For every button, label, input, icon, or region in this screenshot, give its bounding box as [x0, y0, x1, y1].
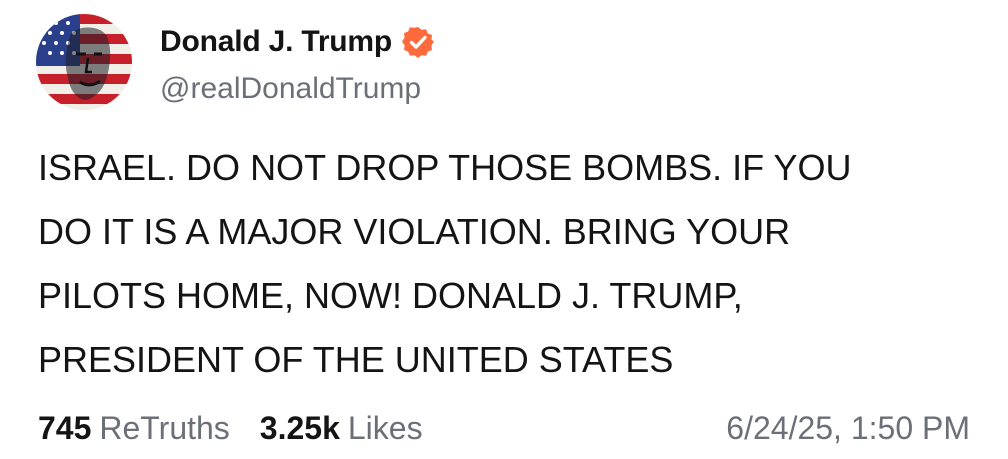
- retruths-label: ReTruths: [99, 409, 230, 446]
- truth-post: Donald J. Trump @realDonaldTrump ISRAEL.…: [0, 0, 1008, 459]
- avatar[interactable]: [36, 14, 132, 110]
- post-footer: 745 ReTruths 3.25k Likes 6/24/25, 1:50 P…: [38, 404, 970, 452]
- likes-label: Likes: [347, 409, 423, 446]
- author-name-row: Donald J. Trump: [160, 22, 435, 62]
- author-handle[interactable]: @realDonaldTrump: [160, 72, 421, 106]
- verified-badge-icon: [402, 26, 435, 58]
- flag-portrait-avatar-icon: [36, 14, 132, 110]
- post-body-text: ISRAEL. DO NOT DROP THOSE BOMBS. IF YOU …: [38, 147, 852, 380]
- post-timestamp[interactable]: 6/24/25, 1:50 PM: [726, 410, 970, 447]
- likes-stat[interactable]: 3.25k Likes: [260, 410, 423, 447]
- retruths-count: 745: [38, 409, 92, 446]
- retruths-stat[interactable]: 745 ReTruths: [38, 410, 230, 447]
- likes-count: 3.25k: [259, 409, 340, 446]
- author-display-name[interactable]: Donald J. Trump: [160, 25, 392, 59]
